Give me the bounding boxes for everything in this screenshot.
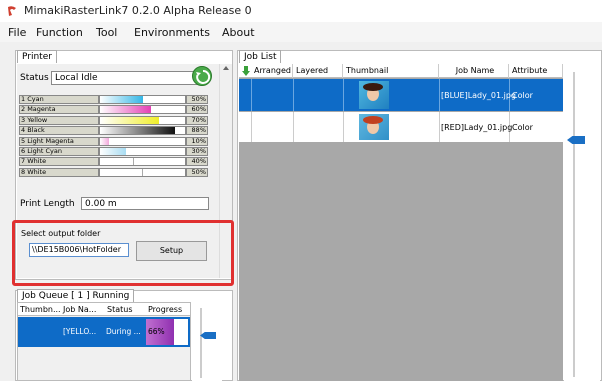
ink-level-fill: [100, 106, 151, 114]
ink-level-fill: [100, 127, 175, 135]
ink-name: 7 White: [19, 157, 99, 167]
ink-level-bar: [99, 167, 186, 177]
app-icon: [8, 6, 16, 16]
output-folder-label: Select output folder: [21, 229, 101, 238]
ink-level-bar: [99, 136, 186, 146]
ink-row: 8 White 50%: [19, 167, 208, 177]
ink-level-fill: [100, 137, 109, 145]
thumbnail-image: [359, 81, 389, 109]
col-arranged[interactable]: Arranged: [251, 64, 293, 78]
ink-level-fill: [100, 168, 143, 176]
ink-row: 5 Light Magenta 10%: [19, 136, 208, 146]
title-bar: MimakiRasterLink7 0.2.0 Alpha Release 0: [0, 0, 602, 22]
ink-percent: 70%: [186, 115, 208, 125]
ink-name: 2 Magenta: [19, 105, 99, 115]
window-title: MimakiRasterLink7 0.2.0 Alpha Release 0: [24, 4, 252, 17]
ink-name: 4 Black: [19, 126, 99, 136]
ink-row: 2 Magenta 60%: [19, 105, 208, 115]
slider-track: [200, 308, 202, 378]
table-row[interactable]: [BLUE]Lady_01.jpg Color: [239, 79, 563, 111]
job-name-cell: [RED]Lady_01.jpg: [441, 123, 513, 132]
col-job-name[interactable]: Job Name: [439, 64, 509, 78]
refresh-button[interactable]: [192, 66, 212, 86]
slider-handle[interactable]: [567, 136, 585, 144]
ink-row: 1 Cyan 50%: [19, 95, 208, 104]
menu-bar: File Function Tool Environments About: [0, 22, 602, 42]
ink-level-bar: [99, 126, 186, 136]
tab-printer[interactable]: Printer: [17, 50, 57, 63]
scroll-up-icon[interactable]: [223, 66, 229, 70]
attribute-cell: Color: [512, 123, 533, 132]
tab-job-queue[interactable]: Job Queue [ 1 ] Running: [17, 289, 135, 302]
print-length-label: Print Length: [20, 199, 75, 209]
ink-percent: 40%: [186, 157, 208, 167]
job-name-cell: [BLUE]Lady_01.jpg: [441, 91, 516, 100]
ink-level-bar: [99, 95, 186, 104]
output-folder-input[interactable]: \\DE15B006\HotFolder: [29, 243, 129, 257]
ink-level-bar: [99, 115, 186, 125]
queue-priority-slider[interactable]: [192, 302, 222, 381]
ink-row: 6 Light Cyan 30%: [19, 147, 208, 156]
arrow-down-icon: [242, 66, 250, 76]
refresh-icon: [196, 69, 211, 84]
ink-percent: 50%: [186, 95, 208, 104]
ink-percent: 10%: [186, 136, 208, 146]
ink-percent: 60%: [186, 105, 208, 115]
col-attribute[interactable]: Attribute: [509, 64, 563, 78]
ink-level-fill: [100, 116, 159, 124]
col-progress[interactable]: Progress: [148, 305, 182, 314]
ink-name: 3 Yellow: [19, 115, 99, 125]
ink-level-bar: [99, 105, 186, 115]
menu-environments[interactable]: Environments: [134, 26, 210, 39]
job-list-table: Arranged Layered Thumbnail Job Name Attr…: [239, 64, 563, 381]
job-list-priority-slider[interactable]: [564, 64, 600, 381]
ink-name: 8 White: [19, 167, 99, 177]
ink-level-fill: [100, 158, 134, 166]
col-thumbnail[interactable]: Thumbnail: [343, 64, 439, 78]
attribute-cell: Color: [512, 91, 533, 100]
ink-name: 6 Light Cyan: [19, 147, 99, 156]
slider-track: [573, 72, 575, 377]
col-layered[interactable]: Layered: [293, 64, 343, 78]
ink-row: 4 Black 88%: [19, 126, 208, 136]
job-queue-header: Thumbn... Job Na... Status Progress: [18, 303, 190, 316]
progress-text: 66%: [148, 327, 165, 336]
menu-file[interactable]: File: [8, 26, 26, 39]
menu-function[interactable]: Function: [36, 26, 83, 39]
table-row[interactable]: [YELLO... During ... 66%: [18, 317, 190, 347]
menu-about[interactable]: About: [222, 26, 255, 39]
tab-job-list[interactable]: Job List: [239, 50, 282, 63]
table-row[interactable]: [RED]Lady_01.jpg Color: [239, 112, 563, 142]
status-field: Local Idle: [51, 71, 205, 85]
col-status[interactable]: Status: [107, 305, 133, 314]
status-label: Status: [20, 73, 49, 83]
print-length-field: 0.00 m: [81, 197, 209, 210]
ink-percent: 88%: [186, 126, 208, 136]
col-job-name[interactable]: Job Na...: [63, 305, 96, 314]
status-cell: During ...: [106, 327, 141, 336]
ink-percent: 50%: [186, 167, 208, 177]
thumbnail-image: [359, 114, 389, 140]
setup-button[interactable]: Setup: [136, 241, 207, 261]
ink-level-fill: [100, 148, 126, 155]
progress-bar: 66%: [146, 319, 188, 345]
job-list-header: Arranged Layered Thumbnail Job Name Attr…: [239, 64, 563, 78]
slider-handle[interactable]: [200, 332, 216, 339]
job-queue-table: Thumbn... Job Na... Status Progress [YEL…: [17, 302, 191, 381]
ink-row: 7 White 40%: [19, 157, 208, 167]
ink-percent: 30%: [186, 147, 208, 156]
ink-name: 5 Light Magenta: [19, 136, 99, 146]
ink-level-bar: [99, 157, 186, 167]
ink-level-bar: [99, 147, 186, 156]
ink-level-fill: [100, 96, 143, 103]
menu-tool[interactable]: Tool: [96, 26, 117, 39]
ink-name: 1 Cyan: [19, 95, 99, 104]
col-thumbnail[interactable]: Thumbn...: [20, 305, 61, 314]
job-name-cell: [YELLO...: [63, 327, 97, 336]
ink-row: 3 Yellow 70%: [19, 115, 208, 125]
